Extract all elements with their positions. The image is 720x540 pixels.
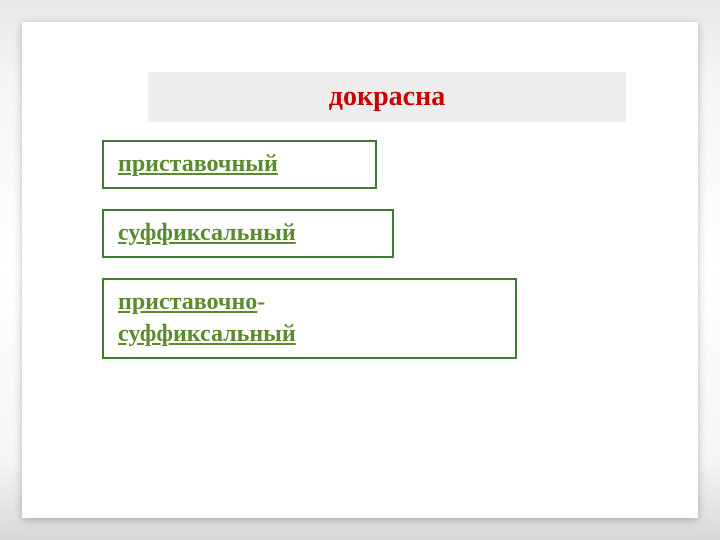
option-3-line2: суффиксальный (118, 321, 296, 347)
option-3-dash: - (257, 289, 265, 315)
option-link-2: суффиксальный (118, 218, 378, 249)
title-text: докрасна (329, 81, 445, 113)
option-link-3: приставочно- суффиксальный (118, 287, 501, 349)
option-pristavochno-suffiksalny[interactable]: приставочно- суффиксальный (102, 278, 517, 358)
slide-card: докрасна приставочный суффиксальный прис… (22, 22, 698, 518)
title-box: докрасна (148, 72, 626, 122)
option-3-line1: приставочно (118, 289, 257, 315)
option-pristavochny[interactable]: приставочный (102, 140, 377, 189)
option-link-1: приставочный (118, 149, 361, 180)
option-suffiksalny[interactable]: суффиксальный (102, 209, 394, 258)
